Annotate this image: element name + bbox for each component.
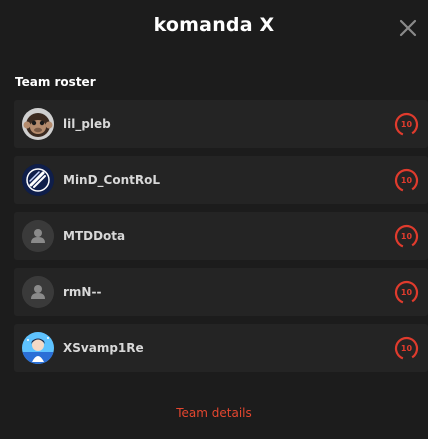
player-name: MTDDota <box>63 229 126 243</box>
player-name: XSvamp1Re <box>63 341 144 355</box>
player-row-rmn[interactable]: rmN-- 10 <box>14 268 428 316</box>
level-value: 10 <box>400 176 413 185</box>
team-modal: komanda X Team roster lil_pleb 10 MinD_C… <box>0 0 428 439</box>
level-value: 10 <box>400 344 413 353</box>
level-badge: 10 <box>393 279 420 306</box>
level-badge: 10 <box>393 335 420 362</box>
player-name: MinD_ContRoL <box>63 173 161 187</box>
player-row-mtddota[interactable]: MTDDota 10 <box>14 212 428 260</box>
user-silhouette-icon <box>22 220 54 252</box>
modal-title: komanda X <box>153 14 275 36</box>
player-row-xsvamp1re[interactable]: XSvamp1Re 10 <box>14 324 428 372</box>
close-icon <box>399 19 417 37</box>
level-value: 10 <box>400 232 413 241</box>
close-button[interactable] <box>396 16 420 40</box>
anime-avatar <box>22 332 54 364</box>
default-user-avatar <box>22 220 54 252</box>
user-silhouette-icon <box>22 276 54 308</box>
team-roster-list: lil_pleb 10 MinD_ContRoL 10 MTDDota 10 r… <box>14 100 428 380</box>
player-name: lil_pleb <box>63 117 111 131</box>
level-value: 10 <box>400 120 413 129</box>
monkey-avatar <box>22 108 54 140</box>
player-row-mind-control[interactable]: MinD_ContRoL 10 <box>14 156 428 204</box>
player-name: rmN-- <box>63 285 102 299</box>
level-value: 10 <box>400 288 413 297</box>
level-badge: 10 <box>393 167 420 194</box>
level-badge: 10 <box>393 111 420 138</box>
team-roster-heading: Team roster <box>15 75 96 89</box>
team-logo-avatar <box>22 164 54 196</box>
level-badge: 10 <box>393 223 420 250</box>
team-details-link[interactable]: Team details <box>0 406 428 420</box>
default-user-avatar <box>22 276 54 308</box>
player-row-lil-pleb[interactable]: lil_pleb 10 <box>14 100 428 148</box>
